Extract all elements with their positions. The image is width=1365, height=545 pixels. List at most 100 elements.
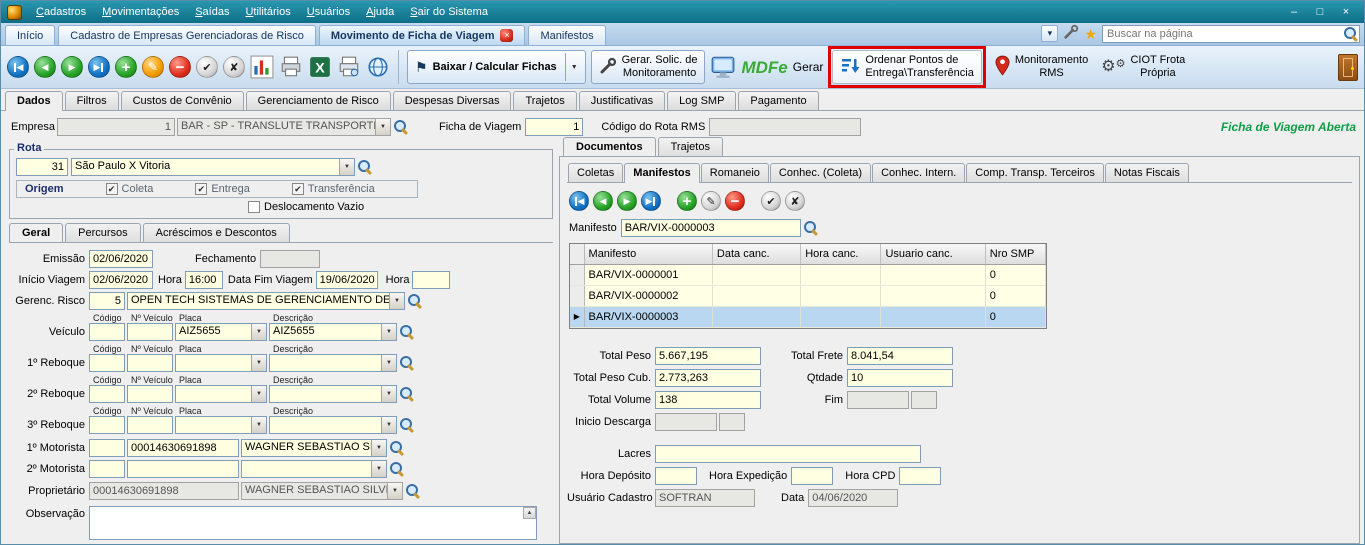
tab-geral[interactable]: Geral bbox=[9, 223, 63, 242]
close-button[interactable]: × bbox=[1336, 4, 1356, 20]
last-manifesto-button[interactable]: ▶ bbox=[641, 191, 661, 211]
tab-trajetos-doc[interactable]: Trajetos bbox=[658, 137, 723, 156]
veiculo-codigo-field[interactable] bbox=[89, 323, 125, 341]
tab-manifestos-doc[interactable]: Manifestos bbox=[624, 163, 699, 183]
scroll-up-icon[interactable]: ▲ bbox=[523, 507, 536, 519]
ordenar-pontos-entrega-button[interactable]: Ordenar Pontos de Entrega\Transferência bbox=[832, 50, 981, 84]
checkbox-deslocamento-vazio[interactable]: Deslocamento Vazio bbox=[248, 201, 364, 213]
checkbox-coleta[interactable]: Coleta bbox=[106, 183, 154, 195]
add-record-button[interactable]: + bbox=[115, 56, 137, 78]
cancel-button[interactable]: ✘ bbox=[223, 56, 245, 78]
reboque1-placa-combobox[interactable]: ▼ bbox=[175, 354, 267, 372]
reboque2-search-icon[interactable] bbox=[399, 386, 415, 402]
hora-inicio-field[interactable]: 16:00 bbox=[185, 271, 223, 289]
gerenc-risco-code-field[interactable]: 5 bbox=[89, 292, 125, 310]
gerenc-risco-search-icon[interactable] bbox=[407, 293, 423, 309]
tab-acrescimos-descontos[interactable]: Acréscimos e Descontos bbox=[143, 223, 290, 242]
tab-gerenciamento-risco[interactable]: Gerenciamento de Risco bbox=[246, 91, 391, 110]
col-manifesto[interactable]: Manifesto bbox=[584, 244, 712, 264]
fechamento-field[interactable] bbox=[260, 250, 320, 268]
search-input[interactable] bbox=[1103, 28, 1341, 40]
tab-coletas[interactable]: Coletas bbox=[568, 163, 623, 182]
close-tab-icon[interactable]: × bbox=[500, 29, 513, 42]
veiculo-search-icon[interactable] bbox=[399, 324, 415, 340]
next-record-button[interactable]: ▶ bbox=[61, 56, 83, 78]
tab-dados[interactable]: Dados bbox=[5, 91, 63, 111]
proprietario-search-icon[interactable] bbox=[405, 483, 421, 499]
gerar-solic-monitoramento-button[interactable]: Gerar. Solic. de Monitoramento bbox=[591, 50, 706, 84]
reboque1-descricao-combobox[interactable]: ▼ bbox=[269, 354, 397, 372]
tab-conhec-coleta[interactable]: Conhec. (Coleta) bbox=[770, 163, 871, 182]
reboque2-nveiculo-field[interactable] bbox=[127, 385, 173, 403]
excel-export-icon[interactable]: X bbox=[308, 55, 332, 79]
baixar-calcular-fichas-button[interactable]: ⚑ Baixar / Calcular Fichas ▼ bbox=[407, 50, 586, 84]
manifesto-field[interactable]: BAR/VIX-0000003 bbox=[621, 219, 801, 237]
veiculo-descricao-combobox[interactable]: AIZ5655▼ bbox=[269, 323, 397, 341]
reboque3-codigo-field[interactable] bbox=[89, 416, 125, 434]
confirm-manifesto-button[interactable]: ✔ bbox=[761, 191, 781, 211]
reboque3-placa-combobox[interactable]: ▼ bbox=[175, 416, 267, 434]
cancel-manifesto-button[interactable]: ✘ bbox=[785, 191, 805, 211]
baixar-dropdown-icon[interactable]: ▼ bbox=[565, 53, 578, 81]
printer-icon[interactable] bbox=[279, 55, 303, 79]
reboque2-placa-combobox[interactable]: ▼ bbox=[175, 385, 267, 403]
empresa-search-icon[interactable] bbox=[393, 119, 409, 135]
tab-percursos[interactable]: Percursos bbox=[65, 223, 141, 242]
observacao-field[interactable]: ▲ bbox=[89, 506, 537, 540]
inicio-viagem-field[interactable]: 02/06/2020 bbox=[89, 271, 153, 289]
minimize-button[interactable]: – bbox=[1284, 4, 1304, 20]
rota-search-icon[interactable] bbox=[357, 159, 373, 175]
checkbox-transferencia[interactable]: Transferência bbox=[292, 183, 375, 195]
tab-pagamento[interactable]: Pagamento bbox=[738, 91, 818, 110]
reboque2-codigo-field[interactable] bbox=[89, 385, 125, 403]
rota-code-field[interactable]: 31 bbox=[16, 158, 68, 176]
last-record-button[interactable]: ▶ bbox=[88, 56, 110, 78]
motorista2-documento-field[interactable] bbox=[127, 460, 239, 478]
col-nro-smp[interactable]: Nro SMP bbox=[985, 244, 1045, 264]
edit-manifesto-button[interactable]: ✎ bbox=[701, 191, 721, 211]
gerenc-risco-combobox[interactable]: OPEN TECH SISTEMAS DE GERENCIAMENTO DE R… bbox=[127, 292, 405, 310]
data-fim-viagem-field[interactable]: 19/06/2020 bbox=[316, 271, 378, 289]
manifesto-row-selected[interactable]: ▶ BAR/VIX-0000003 0 bbox=[570, 306, 1046, 327]
fim-data-field[interactable] bbox=[847, 391, 909, 409]
col-usuario-canc[interactable]: Usuario canc. bbox=[881, 244, 985, 264]
tab-movimento-ficha-viagem[interactable]: Movimento de Ficha de Viagem × bbox=[319, 25, 526, 45]
tab-justificativas[interactable]: Justificativas bbox=[579, 91, 665, 110]
menu-usuarios[interactable]: Usuários bbox=[299, 3, 358, 21]
delete-manifesto-button[interactable]: − bbox=[725, 191, 745, 211]
reboque3-search-icon[interactable] bbox=[399, 417, 415, 433]
manifesto-search-icon[interactable] bbox=[803, 220, 819, 236]
tab-manifestos[interactable]: Manifestos bbox=[528, 25, 605, 45]
inicio-descarga-data-field[interactable] bbox=[655, 413, 717, 431]
manifesto-row[interactable]: BAR/VIX-0000001 0 bbox=[570, 264, 1046, 285]
previous-manifesto-button[interactable]: ◀ bbox=[593, 191, 613, 211]
col-data-canc[interactable]: Data canc. bbox=[712, 244, 800, 264]
motorista1-search-icon[interactable] bbox=[389, 440, 405, 456]
tab-filtros[interactable]: Filtros bbox=[65, 91, 119, 110]
menu-utilitarios[interactable]: Utilitários bbox=[237, 3, 298, 21]
tab-conhec-intern[interactable]: Conhec. Intern. bbox=[872, 163, 965, 182]
chevron-down-icon[interactable]: ▾ bbox=[1041, 25, 1058, 42]
reboque3-descricao-combobox[interactable]: ▼ bbox=[269, 416, 397, 434]
print-preview-icon[interactable] bbox=[337, 55, 361, 79]
delete-record-button[interactable]: − bbox=[169, 56, 191, 78]
tab-romaneio[interactable]: Romaneio bbox=[701, 163, 769, 182]
reboque3-nveiculo-field[interactable] bbox=[127, 416, 173, 434]
add-manifesto-button[interactable]: + bbox=[677, 191, 697, 211]
previous-record-button[interactable]: ◀ bbox=[34, 56, 56, 78]
rota-combobox[interactable]: São Paulo X Vitoria ▼ bbox=[71, 158, 355, 176]
tab-cadastro-empresas-gerenciadoras[interactable]: Cadastro de Empresas Gerenciadoras de Ri… bbox=[58, 25, 316, 45]
motorista1-documento-field[interactable]: 00014630691898 bbox=[127, 439, 239, 457]
emissao-field[interactable]: 02/06/2020 bbox=[89, 250, 153, 268]
confirm-button[interactable]: ✔ bbox=[196, 56, 218, 78]
menu-movimentacoes[interactable]: Movimentações bbox=[94, 3, 187, 21]
first-manifesto-button[interactable]: ◀ bbox=[569, 191, 589, 211]
tab-inicio[interactable]: Início bbox=[5, 25, 55, 45]
tab-despesas-diversas[interactable]: Despesas Diversas bbox=[393, 91, 512, 110]
motorista2-nome-combobox[interactable]: ▼ bbox=[241, 460, 387, 478]
hora-cpd-field[interactable] bbox=[899, 467, 941, 485]
monitoramento-rms-button[interactable]: Monitoramento RMS bbox=[991, 54, 1092, 79]
exit-door-icon[interactable] bbox=[1338, 54, 1358, 81]
globe-icon[interactable] bbox=[366, 55, 390, 79]
hora-fim-field[interactable] bbox=[412, 271, 450, 289]
